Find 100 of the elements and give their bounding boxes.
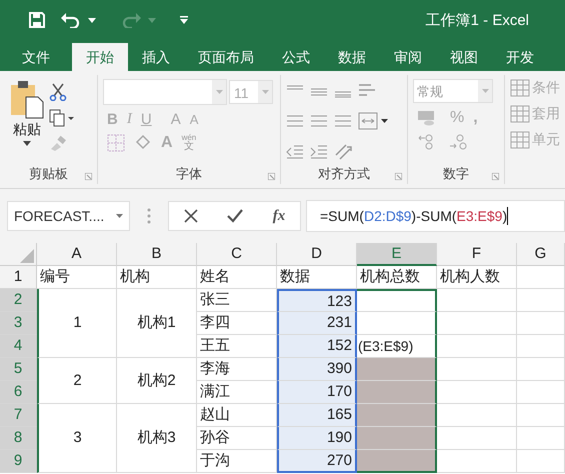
paste-icon[interactable] xyxy=(10,79,44,119)
column-header[interactable]: D xyxy=(277,243,357,266)
table-cell: 152 xyxy=(277,335,357,358)
group-label: 数字 xyxy=(443,165,469,183)
table-cell: 机构人数 xyxy=(437,266,517,289)
column-header[interactable]: F xyxy=(437,243,517,266)
table-cell xyxy=(517,450,565,473)
ribbon-tab[interactable]: 开始 xyxy=(72,43,128,71)
align-icon[interactable] xyxy=(334,114,352,128)
row-header[interactable]: 8 xyxy=(0,427,37,450)
column-header[interactable]: C xyxy=(197,243,277,266)
format-button[interactable]: U xyxy=(140,111,152,128)
table-cell xyxy=(517,358,565,381)
insert-function-button[interactable]: fx xyxy=(272,208,286,224)
row-header[interactable]: 2 xyxy=(0,289,37,312)
scissors-icon[interactable] xyxy=(49,83,67,101)
style-button[interactable]: 套用 xyxy=(532,105,560,123)
caret-icon xyxy=(262,90,268,94)
table-cell: 机构总数 xyxy=(357,266,437,289)
align-icon[interactable] xyxy=(310,114,328,128)
table-cell: 机构 xyxy=(117,266,197,289)
row-header[interactable]: 1 xyxy=(0,266,37,289)
save-icon[interactable] xyxy=(28,11,46,29)
name-box[interactable]: FORECAST.... xyxy=(7,201,130,231)
row-header[interactable]: 4 xyxy=(0,335,37,358)
phonetic-button[interactable]: wén 文 xyxy=(182,134,196,152)
undo-icon[interactable] xyxy=(60,12,82,28)
format-button[interactable]: B xyxy=(107,111,118,128)
row-header[interactable]: 7 xyxy=(0,404,37,427)
drag-handle-icon[interactable] xyxy=(147,208,151,224)
style-button[interactable]: 单元 xyxy=(532,131,560,149)
caret-icon[interactable] xyxy=(88,18,96,22)
wrap-text-icon[interactable] xyxy=(358,82,378,98)
increase-indent-icon[interactable] xyxy=(310,144,328,160)
caret-icon xyxy=(148,18,156,22)
redo-icon[interactable] xyxy=(120,12,142,28)
table-cell xyxy=(517,266,565,289)
table-cell: 170 xyxy=(277,381,357,404)
launcher-icon[interactable] xyxy=(395,173,402,180)
row-header[interactable]: 3 xyxy=(0,312,37,335)
ribbon-tab[interactable]: 公式 xyxy=(268,43,324,71)
ribbon-tab[interactable]: 文件 xyxy=(0,43,72,71)
ribbon-tab[interactable]: 插入 xyxy=(128,43,184,71)
font-name-field[interactable] xyxy=(103,79,227,105)
shrink-font-button[interactable]: A xyxy=(190,112,198,127)
caret-icon xyxy=(216,90,222,94)
style-button[interactable]: 条件 xyxy=(532,79,560,97)
number-format-field[interactable]: 常规 xyxy=(413,79,493,103)
launcher-icon[interactable] xyxy=(492,173,499,180)
ribbon-tab[interactable]: 页面布局 xyxy=(184,43,268,71)
percent-button[interactable]: % xyxy=(450,109,464,127)
merge-cells-icon[interactable] xyxy=(358,112,388,130)
table-cell: 编号 xyxy=(37,266,117,289)
column-header[interactable]: A xyxy=(37,243,117,266)
copy-icon[interactable] xyxy=(49,109,75,127)
select-all-icon[interactable] xyxy=(20,249,34,263)
ribbon-tab[interactable]: 视图 xyxy=(436,43,492,71)
ribbon-tab[interactable]: 开发 xyxy=(492,43,548,71)
column-header[interactable]: E xyxy=(357,243,437,266)
launcher-icon[interactable] xyxy=(85,173,92,180)
format-button[interactable]: I xyxy=(126,111,132,128)
row-header[interactable]: 5 xyxy=(0,358,37,381)
table-cell: 270 xyxy=(277,450,357,473)
customize-icon[interactable] xyxy=(180,16,188,24)
caret-icon[interactable] xyxy=(23,141,31,146)
formula-input[interactable]: =SUM(D2:D$9)-SUM(E3:E$9) xyxy=(306,200,565,232)
table-cell xyxy=(517,404,565,427)
table-cell: 390 xyxy=(277,358,357,381)
paste-label[interactable]: 粘贴 xyxy=(13,121,41,139)
font-size-field[interactable]: 11 xyxy=(229,80,273,104)
window-title: 工作簿1 - Excel xyxy=(426,10,529,30)
table-cell: 190 xyxy=(277,427,357,450)
row-header[interactable]: 6 xyxy=(0,381,37,404)
align-icon[interactable] xyxy=(286,114,304,128)
table-grid-icon[interactable] xyxy=(510,131,530,149)
border-icon[interactable] xyxy=(107,134,125,152)
table-cell: 165 xyxy=(277,404,357,427)
formula-edit-text: (E3:E$9) xyxy=(358,338,414,354)
cancel-icon[interactable] xyxy=(184,209,198,223)
launcher-icon[interactable] xyxy=(268,173,275,180)
font-color-button[interactable]: A xyxy=(161,134,173,152)
table-grid-icon[interactable] xyxy=(510,105,530,123)
table-cell xyxy=(517,381,565,404)
comma-button[interactable]: , xyxy=(473,109,478,127)
column-header[interactable]: G xyxy=(517,243,565,266)
group-label: 字体 xyxy=(176,165,202,183)
column-header[interactable]: B xyxy=(117,243,197,266)
group-label: 剪贴板 xyxy=(29,165,68,183)
ribbon-tab[interactable]: 审阅 xyxy=(380,43,436,71)
table-cell xyxy=(517,427,565,450)
caret-icon xyxy=(116,214,123,218)
checkmark-icon[interactable] xyxy=(227,209,244,223)
grow-font-button[interactable]: A xyxy=(170,111,181,128)
table-cell: 姓名 xyxy=(197,266,277,289)
table-cell: 231 xyxy=(277,312,357,335)
decrease-indent-icon[interactable] xyxy=(286,144,304,160)
table-cell xyxy=(517,289,565,312)
ribbon-tab[interactable]: 数据 xyxy=(324,43,380,71)
row-header[interactable]: 9 xyxy=(0,450,37,473)
table-grid-icon[interactable] xyxy=(510,79,530,97)
